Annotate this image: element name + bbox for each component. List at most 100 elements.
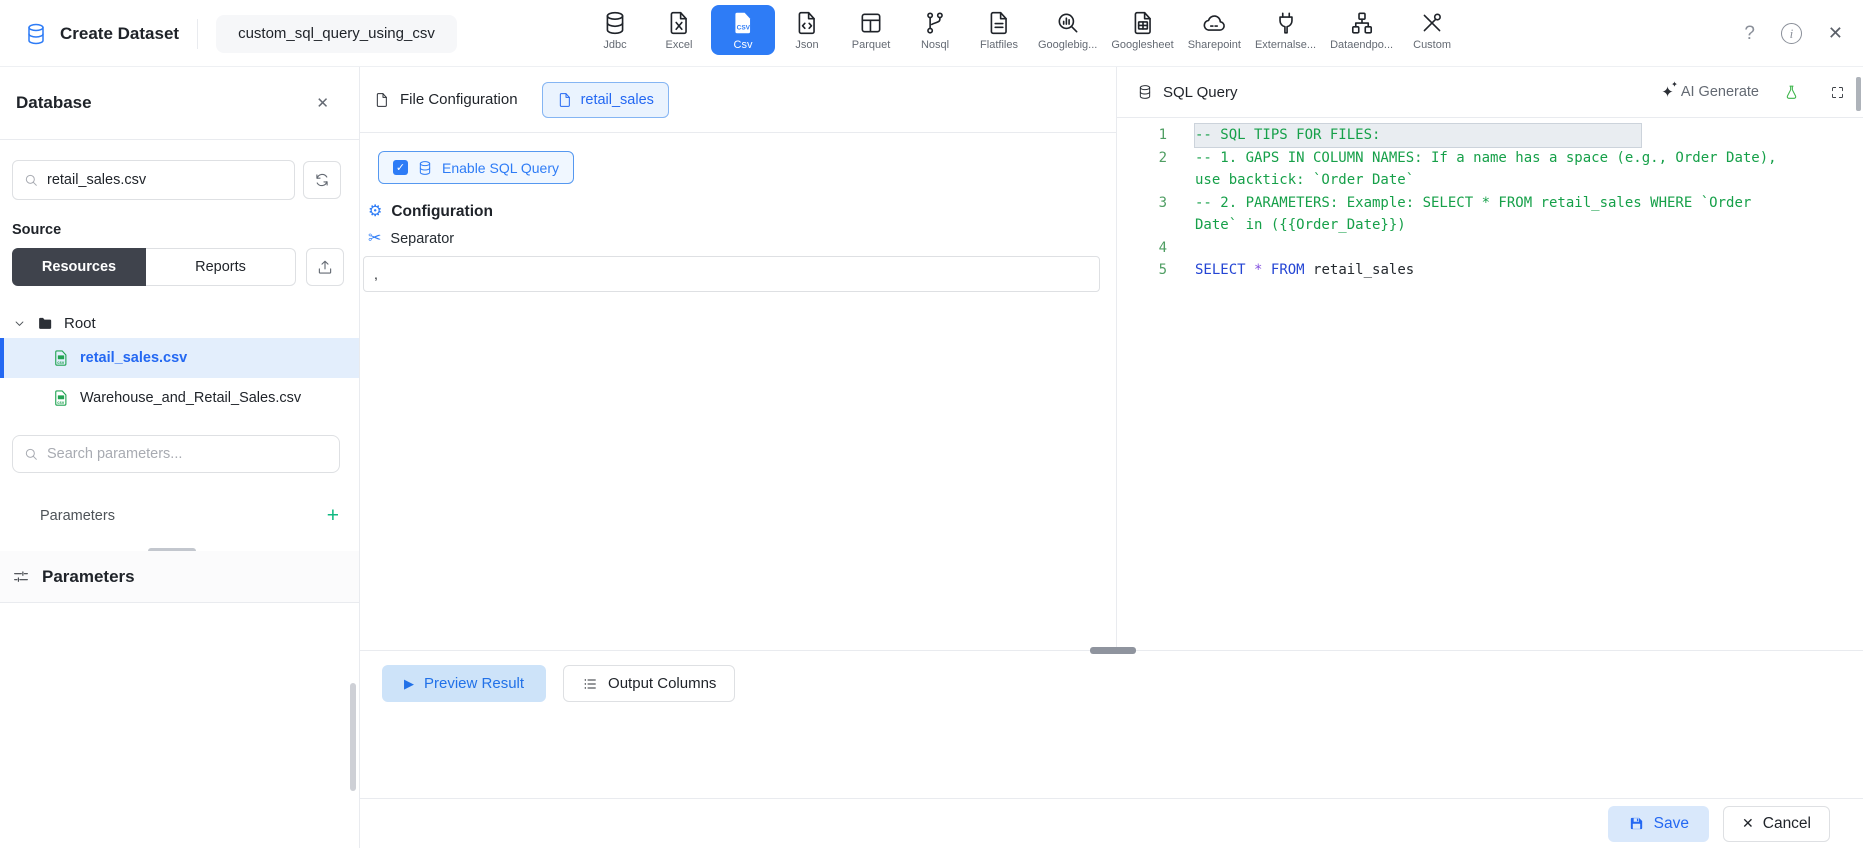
file-name: retail_sales.csv — [80, 350, 188, 366]
source-type-label: Csv — [733, 39, 753, 51]
file-json-icon — [794, 9, 820, 36]
source-type-dataendpo[interactable]: Dataendpo... — [1323, 5, 1400, 55]
source-type-flatfiles[interactable]: Flatfiles — [967, 5, 1031, 55]
refresh-button[interactable] — [303, 161, 341, 199]
line-number: 1 — [1158, 127, 1167, 143]
search-icon — [23, 446, 39, 462]
source-type-label: Googlebig... — [1038, 39, 1098, 51]
file-name: Warehouse_and_Retail_Sales.csv — [80, 390, 302, 406]
csv-file-icon: csv — [52, 349, 70, 367]
code-line-1: 1 -- SQL TIPS FOR FILES: — [1117, 124, 1863, 147]
preview-result-label: Preview Result — [424, 675, 525, 692]
parameters-list-label: Parameters — [40, 507, 115, 524]
source-type-label: Externalse... — [1254, 39, 1317, 51]
source-type-label: Flatfiles — [980, 39, 1018, 51]
tree-file-warehouse-and-retail-sales-csv[interactable]: csv Warehouse_and_Retail_Sales.csv — [0, 378, 359, 418]
line-number: 2 — [1158, 149, 1167, 166]
line-number: 3 — [1158, 194, 1167, 211]
resize-handle[interactable] — [1090, 647, 1136, 654]
source-tabs-row: Resources Reports — [0, 248, 359, 286]
dataset-name-chip: custom_sql_query_using_csv — [216, 14, 457, 53]
code-text: -- 1. GAPS IN COLUMN NAMES: If a name ha… — [1195, 149, 1786, 189]
result-buttons: ▶ Preview Result Output Columns — [382, 665, 1863, 702]
source-type-excel[interactable]: Excel — [647, 5, 711, 55]
parameters-title: Parameters — [42, 566, 135, 586]
save-button[interactable]: Save — [1607, 805, 1710, 842]
parameters-search-input[interactable] — [12, 435, 340, 473]
configuration-heading: ⚙ Configuration — [368, 203, 1116, 221]
footer: Save ✕ Cancel — [360, 798, 1863, 848]
database-sidebar: Database ✕ Source Resources Reports — [0, 67, 360, 848]
separator-field[interactable] — [374, 266, 1089, 282]
preview-result-button[interactable]: ▶ Preview Result — [382, 665, 547, 702]
source-type-label: Json — [795, 39, 819, 51]
sidebar-scrollbar[interactable] — [350, 683, 356, 791]
cancel-button[interactable]: ✕ Cancel — [1723, 805, 1830, 842]
source-type-jdbc[interactable]: Jdbc — [583, 5, 647, 55]
sidebar-title: Database — [16, 93, 92, 112]
save-label: Save — [1653, 814, 1690, 832]
close-icon: ✕ — [1742, 815, 1754, 831]
code-line-3: 3 -- 2. PARAMETERS: Example: SELECT * FRO… — [1117, 192, 1863, 237]
svg-text:csv: csv — [57, 360, 65, 365]
tree-node-root[interactable]: Root — [0, 308, 359, 338]
database-icon — [24, 22, 48, 46]
flask-icon[interactable] — [1783, 84, 1800, 101]
source-type-label: Sharepoint — [1187, 39, 1241, 51]
source-type-googlesheet[interactable]: Googlesheet — [1104, 5, 1180, 55]
upload-button[interactable] — [306, 248, 344, 286]
ai-generate-button[interactable]: ✦ AI Generate — [1661, 81, 1759, 101]
source-type-sharepoint[interactable]: Sharepoint — [1181, 5, 1248, 55]
parameters-list-row: Parameters + — [40, 505, 339, 526]
file-search-input[interactable] — [12, 160, 295, 200]
table-tab-retail-sales[interactable]: retail_sales — [541, 81, 669, 118]
editor-scrollbar[interactable] — [1856, 77, 1861, 111]
checkbox-checked-icon[interactable]: ✓ — [393, 160, 408, 175]
close-icon[interactable]: ✕ — [1828, 23, 1843, 44]
separator-label: Separator — [390, 231, 455, 247]
line-number: 5 — [1158, 262, 1167, 278]
fullscreen-icon[interactable] — [1830, 85, 1845, 100]
source-type-custom[interactable]: Custom — [1400, 5, 1464, 55]
help-icon[interactable]: ? — [1744, 23, 1755, 45]
add-parameter-button[interactable]: + — [327, 505, 339, 526]
enable-sql-query-toggle[interactable]: ✓ Enable SQL Query — [378, 151, 574, 184]
source-type-parquet[interactable]: Parquet — [839, 5, 903, 55]
source-type-label: Nosql — [920, 39, 950, 51]
sql-code-editor[interactable]: 1 -- SQL TIPS FOR FILES: 2 -- 1. GAPS IN CO… — [1117, 118, 1863, 282]
sql-query-header: SQL Query ✦ AI Generate — [1117, 67, 1863, 118]
file-tree: Root csv retail_sales.csvcsv Warehouse_and… — [0, 308, 359, 418]
output-columns-button[interactable]: Output Columns — [563, 665, 736, 702]
cloud-icon — [1201, 9, 1227, 36]
scissors-icon: ✂ — [368, 230, 382, 247]
branch-icon — [922, 9, 948, 36]
info-icon[interactable]: i — [1780, 23, 1802, 44]
source-label: Source — [12, 222, 62, 238]
separator-heading: ✂ Separator — [368, 230, 1116, 248]
configuration-label: Configuration — [391, 203, 493, 220]
svg-text:csv: csv — [57, 400, 65, 405]
tab-resources[interactable]: Resources — [12, 248, 146, 286]
tree-file-retail-sales-csv[interactable]: csv retail_sales.csv — [0, 338, 359, 378]
source-type-label: Dataendpo... — [1330, 39, 1394, 51]
page-title: Create Dataset — [60, 23, 180, 43]
parameters-header: Parameters — [0, 551, 359, 603]
source-type-googlebig[interactable]: Googlebig... — [1031, 5, 1104, 55]
tools-icon — [1419, 9, 1445, 36]
file-search-field[interactable] — [47, 172, 284, 188]
search-icon — [23, 172, 39, 188]
sliders-icon — [12, 568, 30, 586]
source-type-label: Parquet — [851, 39, 891, 51]
source-type-externalse[interactable]: Externalse... — [1248, 5, 1323, 55]
separator-input[interactable] — [363, 256, 1100, 292]
file-configuration-header: File Configuration retail_sales — [360, 67, 1116, 133]
file-configuration-body: ✓ Enable SQL Query ⚙ Configuration ✂ Sep… — [360, 133, 1116, 292]
tab-reports[interactable]: Reports — [146, 248, 296, 286]
enable-sql-query-label: Enable SQL Query — [442, 159, 559, 176]
save-icon — [1628, 815, 1645, 832]
sidebar-close-icon[interactable]: ✕ — [316, 94, 329, 112]
source-type-json[interactable]: Json — [775, 5, 839, 55]
parameters-search-field[interactable] — [47, 446, 329, 462]
source-type-csv[interactable]: CSV Csv — [711, 5, 775, 55]
source-type-nosql[interactable]: Nosql — [903, 5, 967, 55]
